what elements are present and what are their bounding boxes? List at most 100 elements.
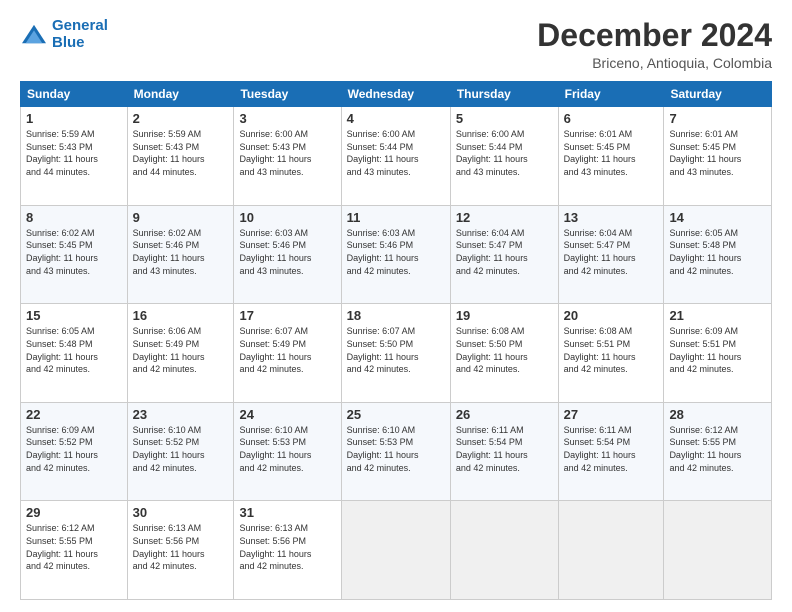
day-number: 30: [133, 505, 229, 520]
table-row: 20 Sunrise: 6:08 AM Sunset: 5:51 PM Dayli…: [558, 304, 664, 403]
day-number: 12: [456, 210, 553, 225]
day-number: 20: [564, 308, 659, 323]
day-info: Sunrise: 6:12 AM Sunset: 5:55 PM Dayligh…: [26, 522, 122, 572]
logo: General Blue: [20, 18, 108, 51]
logo-icon: [20, 23, 48, 47]
day-number: 27: [564, 407, 659, 422]
table-row: 15 Sunrise: 6:05 AM Sunset: 5:48 PM Dayli…: [21, 304, 128, 403]
table-row: 11Sunrise: 6:03 AM Sunset: 5:46 PM Dayli…: [341, 205, 450, 304]
table-row: 21 Sunrise: 6:09 AM Sunset: 5:51 PM Dayli…: [664, 304, 772, 403]
day-number: 21: [669, 308, 766, 323]
day-info: Sunrise: 6:01 AM Sunset: 5:45 PM Dayligh…: [564, 128, 659, 178]
main-title: December 2024: [537, 18, 772, 53]
col-sunday: Sunday: [21, 82, 128, 107]
day-number: 25: [347, 407, 445, 422]
day-number: 14: [669, 210, 766, 225]
table-row: 26 Sunrise: 6:11 AM Sunset: 5:54 PM Dayli…: [450, 402, 558, 501]
day-info: Sunrise: 6:09 AM Sunset: 5:52 PM Dayligh…: [26, 424, 122, 474]
calendar-week: 22 Sunrise: 6:09 AM Sunset: 5:52 PM Dayli…: [21, 402, 772, 501]
table-row: 14 Sunrise: 6:05 AM Sunset: 5:48 PM Dayli…: [664, 205, 772, 304]
day-number: 18: [347, 308, 445, 323]
day-info: Sunrise: 6:01 AM Sunset: 5:45 PM Dayligh…: [669, 128, 766, 178]
day-info: Sunrise: 6:10 AM Sunset: 5:53 PM Dayligh…: [239, 424, 335, 474]
day-info: Sunrise: 6:03 AM Sunset: 5:46 PM Dayligh…: [347, 227, 445, 277]
table-row: 18Sunrise: 6:07 AM Sunset: 5:50 PM Dayli…: [341, 304, 450, 403]
calendar-week: 29Sunrise: 6:12 AM Sunset: 5:55 PM Dayli…: [21, 501, 772, 600]
calendar-week: 15 Sunrise: 6:05 AM Sunset: 5:48 PM Dayli…: [21, 304, 772, 403]
day-number: 10: [239, 210, 335, 225]
table-row: 6Sunrise: 6:01 AM Sunset: 5:45 PM Daylig…: [558, 107, 664, 206]
subtitle: Briceno, Antioquia, Colombia: [537, 55, 772, 71]
table-row: 31 Sunrise: 6:13 AM Sunset: 5:56 PM Dayli…: [234, 501, 341, 600]
table-row: 28 Sunrise: 6:12 AM Sunset: 5:55 PM Dayli…: [664, 402, 772, 501]
table-row: 24 Sunrise: 6:10 AM Sunset: 5:53 PM Dayli…: [234, 402, 341, 501]
day-number: 13: [564, 210, 659, 225]
day-number: 9: [133, 210, 229, 225]
day-number: 22: [26, 407, 122, 422]
day-info: Sunrise: 6:08 AM Sunset: 5:51 PM Dayligh…: [564, 325, 659, 375]
day-info: Sunrise: 6:05 AM Sunset: 5:48 PM Dayligh…: [669, 227, 766, 277]
table-row: 4Sunrise: 6:00 AM Sunset: 5:44 PM Daylig…: [341, 107, 450, 206]
day-info: Sunrise: 6:08 AM Sunset: 5:50 PM Dayligh…: [456, 325, 553, 375]
day-number: 7: [669, 111, 766, 126]
day-number: 15: [26, 308, 122, 323]
day-info: Sunrise: 5:59 AM Sunset: 5:43 PM Dayligh…: [26, 128, 122, 178]
calendar-week: 8Sunrise: 6:02 AM Sunset: 5:45 PM Daylig…: [21, 205, 772, 304]
day-number: 19: [456, 308, 553, 323]
table-row: [664, 501, 772, 600]
day-info: Sunrise: 6:07 AM Sunset: 5:49 PM Dayligh…: [239, 325, 335, 375]
day-info: Sunrise: 6:04 AM Sunset: 5:47 PM Dayligh…: [456, 227, 553, 277]
table-row: 12 Sunrise: 6:04 AM Sunset: 5:47 PM Dayli…: [450, 205, 558, 304]
day-info: Sunrise: 6:02 AM Sunset: 5:45 PM Dayligh…: [26, 227, 122, 277]
day-number: 3: [239, 111, 335, 126]
table-row: 25 Sunrise: 6:10 AM Sunset: 5:53 PM Dayli…: [341, 402, 450, 501]
col-wednesday: Wednesday: [341, 82, 450, 107]
day-number: 31: [239, 505, 335, 520]
calendar-body: 1 Sunrise: 5:59 AM Sunset: 5:43 PM Daylig…: [21, 107, 772, 600]
day-number: 28: [669, 407, 766, 422]
table-row: 9 Sunrise: 6:02 AM Sunset: 5:46 PM Daylig…: [127, 205, 234, 304]
day-info: Sunrise: 6:13 AM Sunset: 5:56 PM Dayligh…: [133, 522, 229, 572]
day-info: Sunrise: 6:03 AM Sunset: 5:46 PM Dayligh…: [239, 227, 335, 277]
table-row: 5Sunrise: 6:00 AM Sunset: 5:44 PM Daylig…: [450, 107, 558, 206]
day-info: Sunrise: 6:10 AM Sunset: 5:52 PM Dayligh…: [133, 424, 229, 474]
day-number: 17: [239, 308, 335, 323]
col-tuesday: Tuesday: [234, 82, 341, 107]
day-info: Sunrise: 6:10 AM Sunset: 5:53 PM Dayligh…: [347, 424, 445, 474]
day-info: Sunrise: 6:09 AM Sunset: 5:51 PM Dayligh…: [669, 325, 766, 375]
col-friday: Friday: [558, 82, 664, 107]
day-number: 26: [456, 407, 553, 422]
day-info: Sunrise: 6:05 AM Sunset: 5:48 PM Dayligh…: [26, 325, 122, 375]
table-row: 22 Sunrise: 6:09 AM Sunset: 5:52 PM Dayli…: [21, 402, 128, 501]
day-info: Sunrise: 6:13 AM Sunset: 5:56 PM Dayligh…: [239, 522, 335, 572]
day-info: Sunrise: 6:04 AM Sunset: 5:47 PM Dayligh…: [564, 227, 659, 277]
table-row: 2Sunrise: 5:59 AM Sunset: 5:43 PM Daylig…: [127, 107, 234, 206]
day-info: Sunrise: 6:00 AM Sunset: 5:44 PM Dayligh…: [347, 128, 445, 178]
title-block: December 2024 Briceno, Antioquia, Colomb…: [537, 18, 772, 71]
header-row: Sunday Monday Tuesday Wednesday Thursday…: [21, 82, 772, 107]
calendar-table: Sunday Monday Tuesday Wednesday Thursday…: [20, 81, 772, 600]
table-row: [450, 501, 558, 600]
calendar-week: 1 Sunrise: 5:59 AM Sunset: 5:43 PM Daylig…: [21, 107, 772, 206]
day-info: Sunrise: 6:02 AM Sunset: 5:46 PM Dayligh…: [133, 227, 229, 277]
day-number: 24: [239, 407, 335, 422]
table-row: [341, 501, 450, 600]
day-info: Sunrise: 6:11 AM Sunset: 5:54 PM Dayligh…: [456, 424, 553, 474]
table-row: 3Sunrise: 6:00 AM Sunset: 5:43 PM Daylig…: [234, 107, 341, 206]
logo-text: General Blue: [52, 18, 108, 51]
day-number: 1: [26, 111, 122, 126]
table-row: 19 Sunrise: 6:08 AM Sunset: 5:50 PM Dayli…: [450, 304, 558, 403]
table-row: 16Sunrise: 6:06 AM Sunset: 5:49 PM Dayli…: [127, 304, 234, 403]
day-info: Sunrise: 6:12 AM Sunset: 5:55 PM Dayligh…: [669, 424, 766, 474]
day-number: 5: [456, 111, 553, 126]
day-info: Sunrise: 6:06 AM Sunset: 5:49 PM Dayligh…: [133, 325, 229, 375]
table-row: 1 Sunrise: 5:59 AM Sunset: 5:43 PM Daylig…: [21, 107, 128, 206]
day-info: Sunrise: 6:11 AM Sunset: 5:54 PM Dayligh…: [564, 424, 659, 474]
table-row: 30 Sunrise: 6:13 AM Sunset: 5:56 PM Dayli…: [127, 501, 234, 600]
day-number: 23: [133, 407, 229, 422]
calendar: Sunday Monday Tuesday Wednesday Thursday…: [20, 81, 772, 600]
day-info: Sunrise: 5:59 AM Sunset: 5:43 PM Dayligh…: [133, 128, 229, 178]
table-row: 10 Sunrise: 6:03 AM Sunset: 5:46 PM Dayli…: [234, 205, 341, 304]
table-row: 29Sunrise: 6:12 AM Sunset: 5:55 PM Dayli…: [21, 501, 128, 600]
col-monday: Monday: [127, 82, 234, 107]
